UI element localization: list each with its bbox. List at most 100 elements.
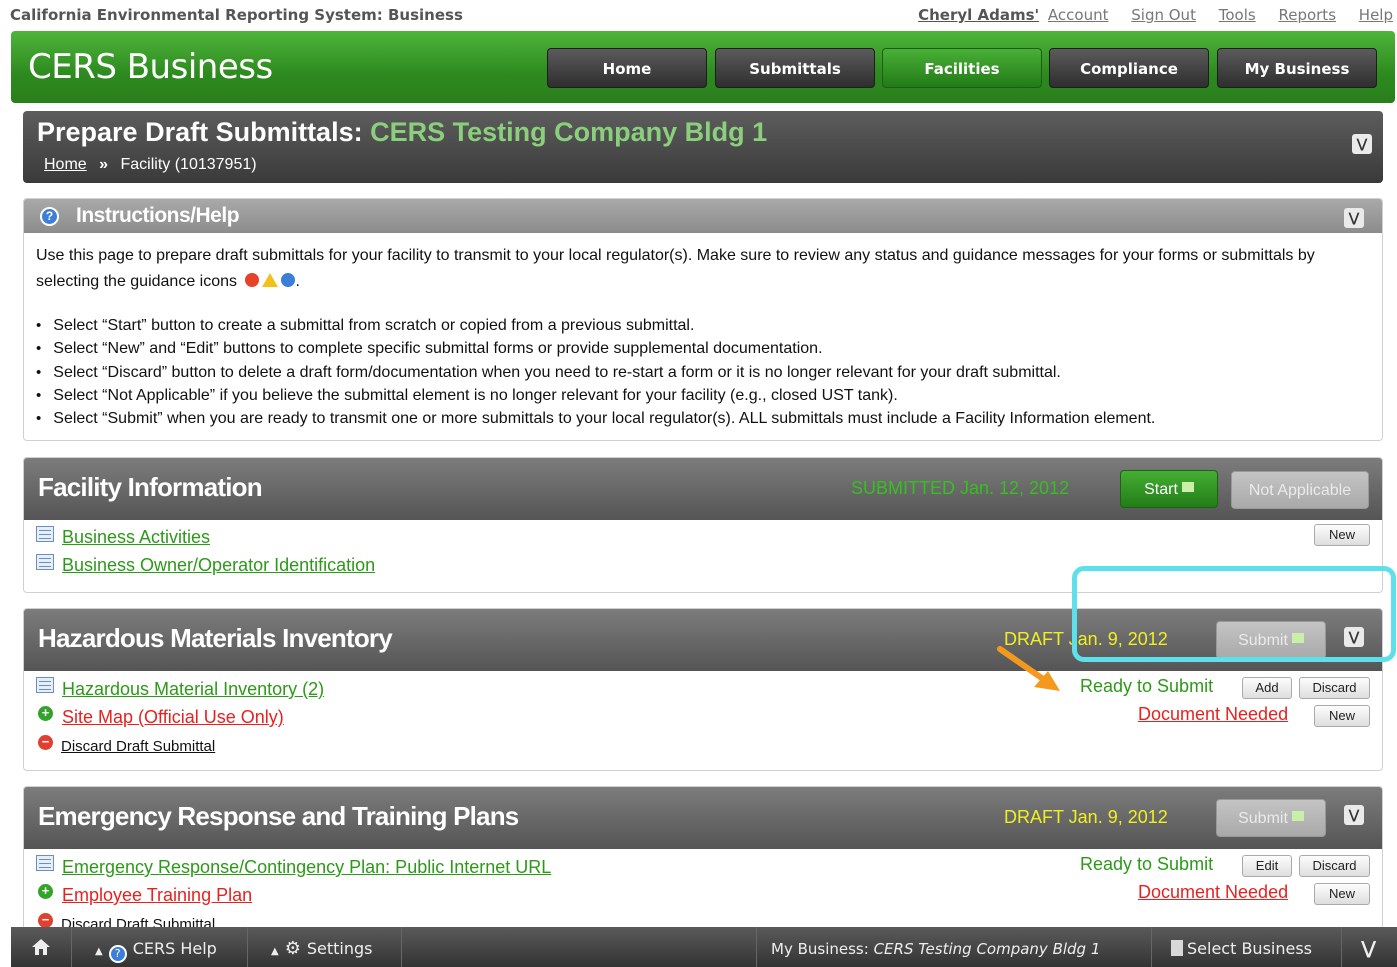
discard-draft-submittal-link[interactable]: Discard Draft Submittal <box>61 738 215 755</box>
page-title-prefix: Prepare Draft Submittals: <box>37 117 363 147</box>
flag-icon <box>1181 482 1194 492</box>
instructions-panel: ? Instructions/Help ⋁ Use this page to p… <box>23 198 1383 441</box>
toolbar-divider <box>247 927 248 967</box>
arrow-annotation-icon <box>997 646 1060 691</box>
collapse-chevron-icon[interactable]: ⋁ <box>1352 134 1372 154</box>
list-item: Select “New” and “Edit” buttons to compl… <box>36 337 1155 360</box>
nav-facilities[interactable]: Facilities <box>882 48 1042 88</box>
instructions-list: Select “Start” button to create a submit… <box>36 314 1155 430</box>
new-button[interactable]: New <box>1314 883 1370 905</box>
caret-up-icon: ▲ <box>95 946 103 957</box>
list-item: Select “Submit” when you are ready to tr… <box>36 407 1155 430</box>
section-title: Facility Information <box>38 472 263 502</box>
status-badge: DRAFT Jan. 9, 2012 <box>1004 807 1168 827</box>
page-title-panel: Prepare Draft Submittals: CERS Testing C… <box>23 111 1383 183</box>
document-needed-link[interactable]: Document Needed <box>1138 882 1288 903</box>
submit-button[interactable]: Submit <box>1216 799 1326 837</box>
system-title: California Environmental Reporting Syste… <box>10 6 463 24</box>
help-icon: ? <box>40 207 59 226</box>
toolbar-divider <box>71 927 72 967</box>
edit-button[interactable]: Edit <box>1242 855 1292 877</box>
document-needed-link[interactable]: Document Needed <box>1138 704 1288 725</box>
building-icon <box>1171 940 1183 956</box>
instructions-title: Instructions/Help <box>76 204 240 227</box>
page-title: Prepare Draft Submittals: CERS Testing C… <box>37 117 767 148</box>
facility-name: CERS Testing Company Bldg 1 <box>370 117 768 147</box>
breadcrumb-separator: » <box>99 156 109 173</box>
hazardous-material-inventory-link[interactable]: Hazardous Material Inventory (2) <box>62 679 324 700</box>
reports-link[interactable]: Reports <box>1278 6 1336 24</box>
my-business-name: CERS Testing Company Bldg 1 <box>873 940 1101 958</box>
toolbar-divider <box>1341 927 1342 967</box>
contingency-plan-url-link[interactable]: Emergency Response/Contingency Plan: Pub… <box>62 857 551 878</box>
breadcrumb-current: Facility (10137951) <box>120 156 257 173</box>
warning-guidance-icon <box>262 273 279 287</box>
gear-icon: ⚙ <box>284 938 301 959</box>
new-button[interactable]: New <box>1314 524 1370 546</box>
discard-button[interactable]: Discard <box>1299 677 1370 699</box>
account-name-link[interactable]: Cheryl Adams' <box>918 6 1039 24</box>
discard-button[interactable]: Discard <box>1299 855 1370 877</box>
collapse-toolbar-icon[interactable]: ⋁ <box>1361 927 1376 967</box>
section-header: Facility Information SUBMITTED Jan. 12, … <box>24 458 1382 520</box>
start-button[interactable]: Start <box>1120 470 1218 508</box>
add-button[interactable]: Add <box>1242 677 1292 699</box>
not-applicable-button[interactable]: Not Applicable <box>1231 471 1369 509</box>
start-button-label: Start <box>1144 481 1178 498</box>
edit-form-icon <box>36 855 54 871</box>
settings-menu[interactable]: ▲ ⚙ Settings <box>271 927 372 967</box>
top-links: Cheryl Adams' Account Sign Out Tools Rep… <box>918 6 1393 24</box>
list-item: Select “Start” button to create a submit… <box>36 314 1155 337</box>
caret-up-icon: ▲ <box>271 946 279 957</box>
add-circle-icon: + <box>38 706 53 721</box>
employee-training-plan-link[interactable]: Employee Training Plan <box>62 885 252 906</box>
instructions-intro-end: . <box>295 273 300 290</box>
add-circle-icon: + <box>38 884 53 899</box>
form-icon <box>36 554 54 570</box>
info-guidance-icon <box>281 273 296 287</box>
instructions-header[interactable]: ? Instructions/Help ⋁ <box>24 199 1382 233</box>
list-item: Select “Not Applicable” if you believe t… <box>36 384 1155 407</box>
emergency-response-section: Emergency Response and Training Plans DR… <box>23 786 1383 936</box>
nav-home[interactable]: Home <box>547 48 707 88</box>
list-item: Select “Discard” button to delete a draf… <box>36 361 1155 384</box>
tools-link[interactable]: Tools <box>1219 6 1256 24</box>
my-business-indicator: My Business: CERS Testing Company Bldg 1 <box>771 927 1100 967</box>
instructions-intro-text: Use this page to prepare draft submittal… <box>36 247 1315 290</box>
collapse-chevron-icon[interactable]: ⋁ <box>1344 805 1364 825</box>
breadcrumb-home[interactable]: Home <box>44 156 87 173</box>
nav-submittals[interactable]: Submittals <box>715 48 875 88</box>
new-button[interactable]: New <box>1314 705 1370 727</box>
select-business-button[interactable]: Select Business <box>1171 927 1312 967</box>
toolbar-divider <box>401 927 402 967</box>
brand-logo[interactable]: CERS Business <box>28 47 273 87</box>
section-title: Emergency Response and Training Plans <box>38 801 519 831</box>
home-icon[interactable] <box>31 927 51 967</box>
top-strip: California Environmental Reporting Syste… <box>0 0 1397 30</box>
help-link[interactable]: Help <box>1359 6 1393 24</box>
site-map-link[interactable]: Site Map (Official Use Only) <box>62 707 284 728</box>
nav-compliance[interactable]: Compliance <box>1049 48 1209 88</box>
remove-circle-icon: − <box>38 913 53 928</box>
error-guidance-icon <box>245 273 260 287</box>
collapse-chevron-icon[interactable]: ⋁ <box>1344 208 1364 228</box>
help-icon: ? <box>108 945 127 963</box>
select-business-label: Select Business <box>1187 939 1312 958</box>
breadcrumb: Home » Facility (10137951) <box>44 156 257 174</box>
highlight-callout <box>1072 566 1396 662</box>
flag-icon <box>1291 811 1304 821</box>
sign-out-link[interactable]: Sign Out <box>1131 6 1196 24</box>
ready-to-submit-status: Ready to Submit <box>1080 854 1214 874</box>
owner-operator-link[interactable]: Business Owner/Operator Identification <box>62 555 375 576</box>
form-icon <box>36 677 54 693</box>
business-activities-link[interactable]: Business Activities <box>62 527 210 548</box>
settings-label: Settings <box>306 939 373 958</box>
toolbar-divider <box>756 927 757 967</box>
nav-my-business[interactable]: My Business <box>1217 48 1377 88</box>
submit-button-label: Submit <box>1238 810 1288 827</box>
account-link[interactable]: Account <box>1048 6 1109 24</box>
form-icon <box>36 526 54 542</box>
toolbar-divider <box>1151 927 1152 967</box>
cers-help-label: CERS Help <box>132 939 217 958</box>
cers-help-menu[interactable]: ▲? CERS Help <box>95 927 217 967</box>
